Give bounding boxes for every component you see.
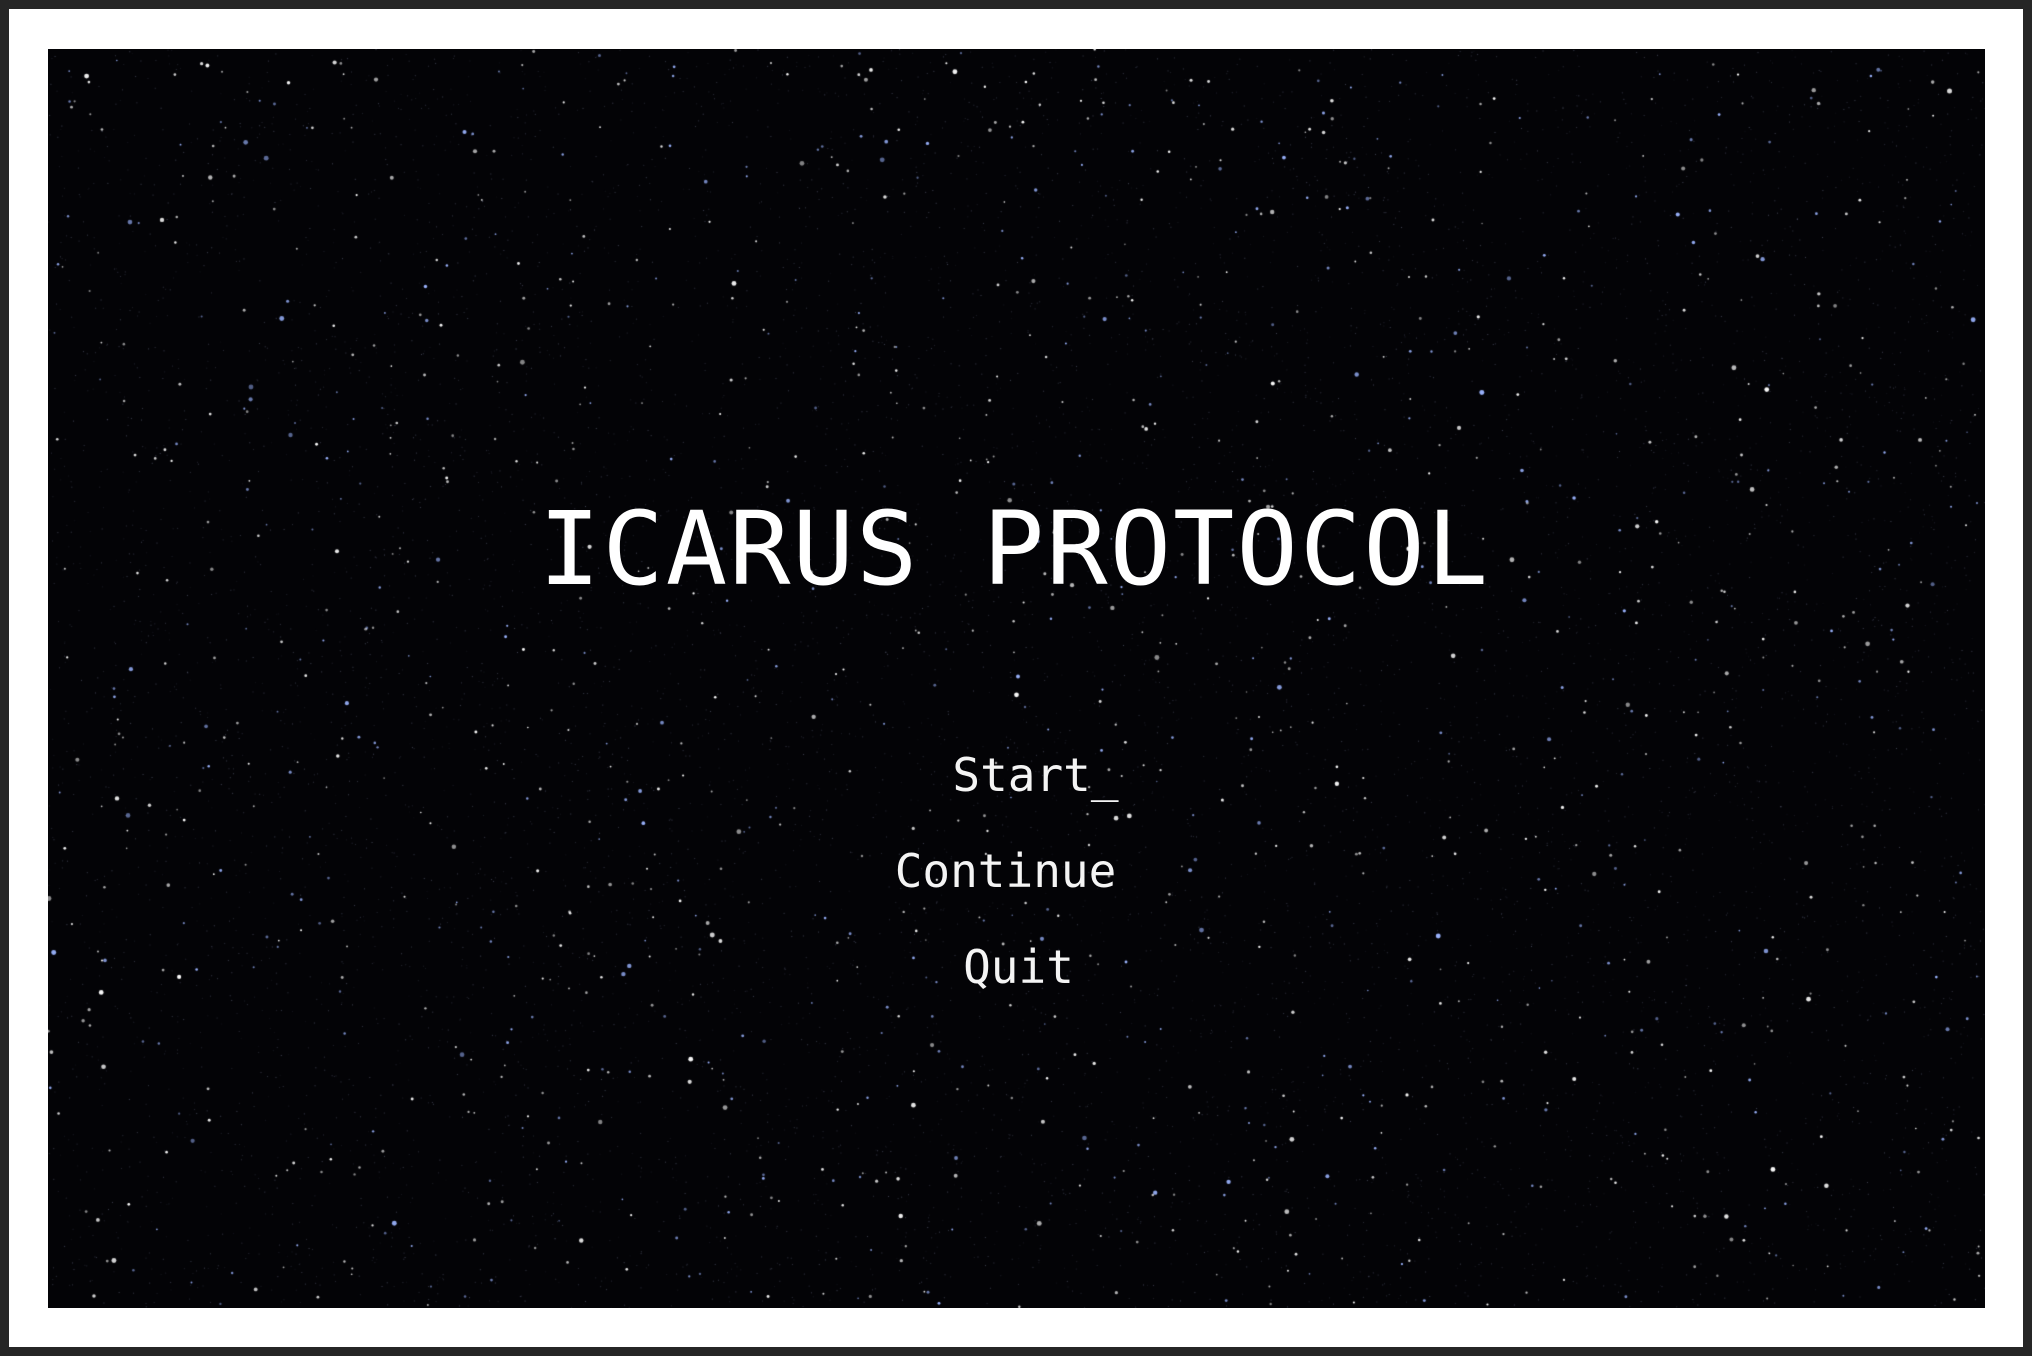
menu-item-quit[interactable]: Quit: [50, 919, 1985, 1015]
main-menu: Start_ Continue Quit: [48, 727, 1985, 1015]
menu-item-start[interactable]: Start_: [67, 727, 1985, 823]
menu-item-continue[interactable]: Continue: [48, 823, 1974, 919]
game-title: ICARUS PROTOCOL: [538, 490, 1491, 609]
starfield-background: [48, 49, 1985, 1308]
monitor-bezel: ICARUS PROTOCOL Start_ Continue Quit: [0, 0, 2032, 1356]
game-screen: ICARUS PROTOCOL Start_ Continue Quit: [48, 49, 1985, 1308]
